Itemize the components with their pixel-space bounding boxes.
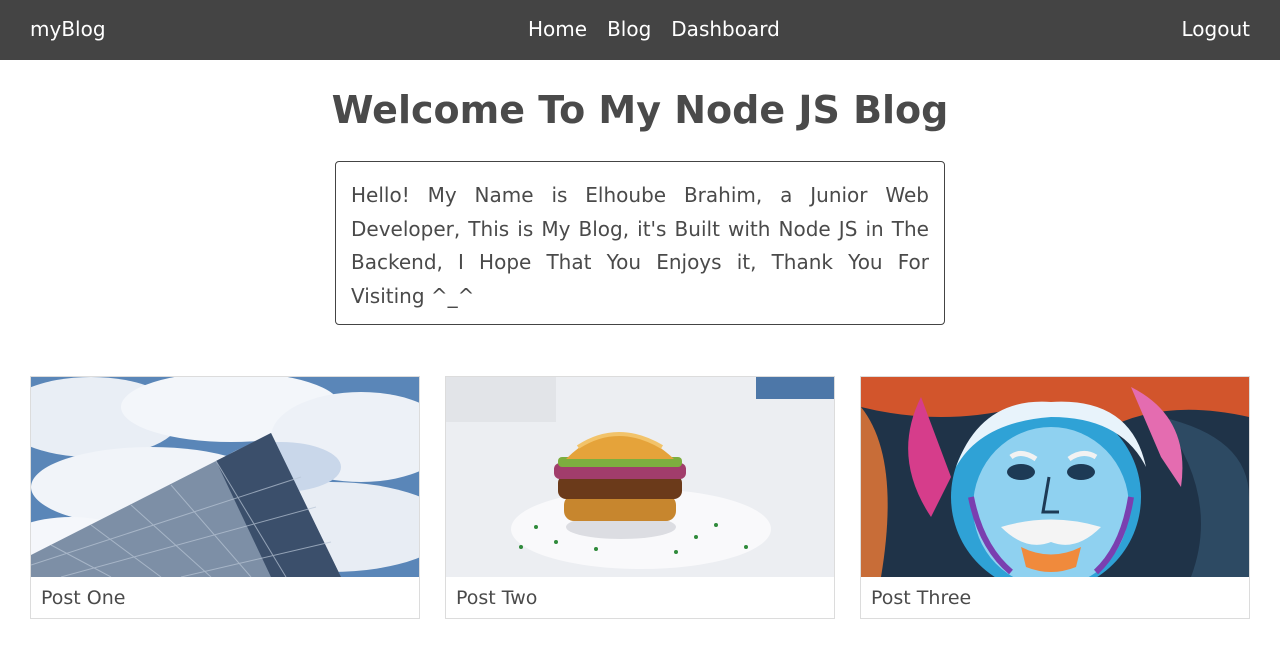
einstein-graffiti-image[interactable] [861, 377, 1249, 577]
brand-link[interactable]: myBlog [30, 17, 106, 41]
logout-link[interactable]: Logout [1182, 17, 1250, 41]
navbar: myBlog Home Blog Dashboard Logout [0, 0, 1280, 60]
page-title: Welcome To My Node JS Blog [331, 88, 949, 132]
nav-dashboard-link[interactable]: Dashboard [671, 17, 780, 41]
post-title[interactable]: Post Two [446, 577, 834, 609]
post-title[interactable]: Post One [31, 577, 419, 609]
post-card-two[interactable]: Post Two [445, 376, 835, 619]
nav-home-link[interactable]: Home [528, 17, 587, 41]
post-card-one[interactable]: Post One [30, 376, 420, 619]
post-card-three[interactable]: Post Three [860, 376, 1250, 619]
nav-blog-link[interactable]: Blog [607, 17, 651, 41]
post-title[interactable]: Post Three [861, 577, 1249, 609]
intro-box: Hello! My Name is Elhoube Brahim, a Juni… [335, 161, 945, 325]
burger-image[interactable] [446, 377, 834, 577]
building-image[interactable] [31, 377, 419, 577]
nav-links: Home Blog Dashboard [528, 17, 780, 41]
